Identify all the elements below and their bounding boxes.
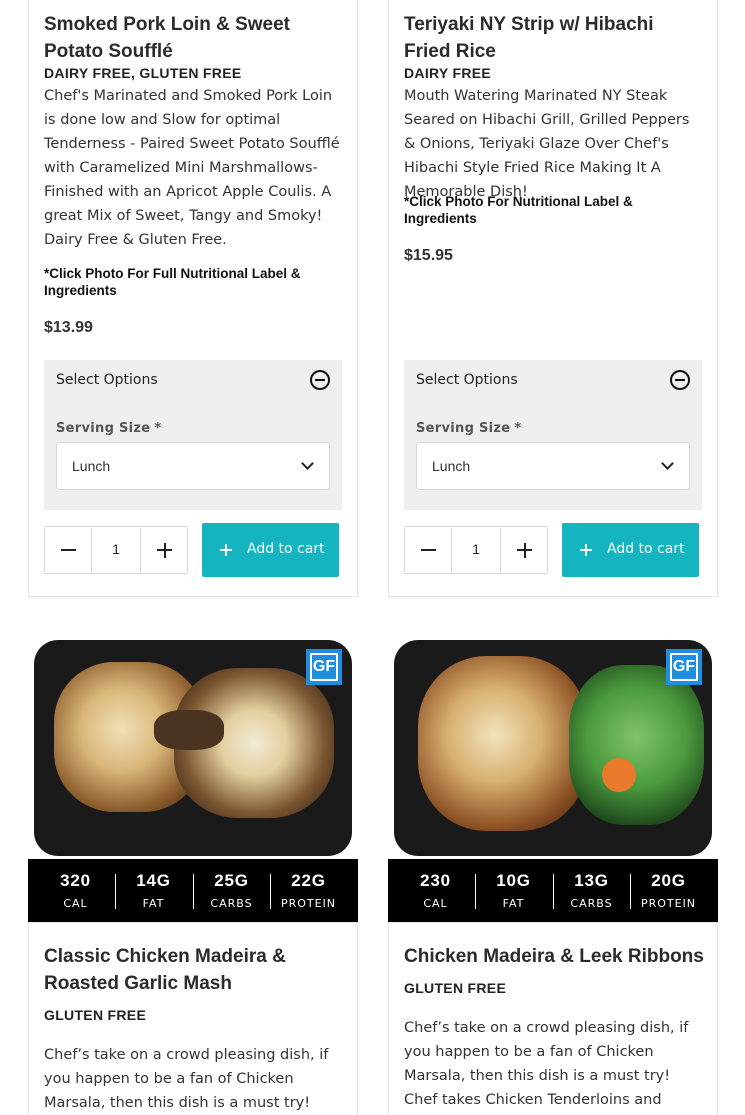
select-options-panel: Select Options Serving Size * Lunch — [44, 360, 342, 510]
food-tomato — [602, 758, 636, 792]
minus-icon — [61, 549, 76, 551]
macro-value: 25G — [214, 871, 249, 890]
quantity-increase-button[interactable] — [500, 527, 547, 573]
macro-value: 320 — [60, 871, 91, 890]
serving-size-text: Serving Size — [56, 421, 151, 436]
macro-protein: 20G PROTEIN — [630, 859, 707, 923]
macro-label: PROTEIN — [640, 897, 697, 910]
product-title[interactable]: Smoked Pork Loin & Sweet Potato Soufflé — [44, 11, 345, 65]
diet-tags: DAIRY FREE — [404, 65, 492, 81]
quantity-increase-button[interactable] — [140, 527, 187, 573]
macro-calories: 320 CAL — [37, 859, 114, 923]
serving-size-value: Lunch — [72, 458, 111, 474]
meal-tray — [394, 640, 712, 856]
product-card-chicken-madeira-mash: Classic Chicken Madeira & Roasted Garlic… — [28, 922, 358, 1115]
macro-calories: 230 CAL — [397, 859, 474, 923]
meal-tray — [34, 640, 352, 856]
quantity-decrease-button[interactable] — [405, 527, 452, 573]
food-leeks — [569, 665, 704, 825]
product-title[interactable]: Classic Chicken Madeira & Roasted Garlic… — [44, 943, 345, 997]
select-options-heading[interactable]: Select Options — [416, 372, 518, 388]
gluten-free-badge-text: GF — [310, 653, 338, 681]
product-description: Mouth Watering Marinated NY Steak Seared… — [404, 88, 690, 200]
select-options-panel: Select Options Serving Size * Lunch — [404, 360, 702, 510]
food-chicken — [418, 656, 588, 831]
product-card-pork-loin: Smoked Pork Loin & Sweet Potato Soufflé … — [28, 0, 358, 597]
gluten-free-badge-text: GF — [670, 653, 698, 681]
product-photo-chicken-madeira-mash[interactable]: GF — [28, 632, 358, 860]
macros-bar: 320 CAL 14G FAT 25G CARBS 22G PROTEIN — [28, 859, 358, 923]
macro-value: 20G — [651, 871, 686, 890]
macro-value: 10G — [496, 871, 531, 890]
quantity-input[interactable]: 1 — [92, 541, 140, 557]
serving-size-value: Lunch — [432, 458, 471, 474]
product-description: Chef's Marinated and Smoked Pork Loin is… — [44, 88, 340, 248]
product-price: $15.95 — [404, 247, 453, 264]
macro-label: FAT — [502, 897, 525, 910]
collapse-icon[interactable] — [310, 370, 330, 390]
serving-size-label: Serving Size * — [56, 421, 162, 436]
macro-label: FAT — [142, 897, 165, 910]
macro-label: CARBS — [570, 897, 613, 910]
product-price: $13.99 — [44, 319, 93, 336]
macro-fat: 14G FAT — [115, 859, 192, 923]
macro-value: 13G — [574, 871, 609, 890]
gluten-free-badge: GF — [666, 649, 702, 685]
quantity-stepper: 1 — [44, 526, 188, 574]
macro-value: 230 — [420, 871, 451, 890]
serving-size-label: Serving Size * — [416, 421, 522, 436]
chevron-down-icon — [661, 457, 674, 470]
macro-protein: 22G PROTEIN — [270, 859, 347, 923]
serving-size-select[interactable]: Lunch — [416, 442, 690, 490]
macro-label: PROTEIN — [280, 897, 337, 910]
diet-tags: GLUTEN FREE — [404, 980, 507, 996]
product-description: Chef’s take on a crowd pleasing dish, if… — [44, 1047, 329, 1111]
food-mushrooms — [154, 710, 224, 750]
quantity-stepper: 1 — [404, 526, 548, 574]
macro-carbs: 25G CARBS — [193, 859, 270, 923]
quantity-input[interactable]: 1 — [452, 541, 500, 557]
serving-size-select[interactable]: Lunch — [56, 442, 330, 490]
collapse-icon[interactable] — [670, 370, 690, 390]
nutrition-note: *Click Photo For Full Nutritional Label … — [44, 266, 301, 298]
gluten-free-badge: GF — [306, 649, 342, 685]
product-photo-chicken-madeira-leek[interactable]: GF — [388, 632, 718, 860]
required-mark: * — [154, 421, 162, 436]
product-description: Chef’s take on a crowd pleasing dish, if… — [404, 1020, 689, 1108]
product-title[interactable]: Teriyaki NY Strip w/ Hibachi Fried Rice — [404, 11, 705, 65]
add-to-cart-button[interactable]: Add to cart — [202, 523, 339, 577]
select-options-heading[interactable]: Select Options — [56, 372, 158, 388]
macro-carbs: 13G CARBS — [553, 859, 630, 923]
macro-value: 14G — [136, 871, 171, 890]
plus-icon-vertical — [225, 544, 227, 556]
chevron-down-icon — [301, 457, 314, 470]
minus-icon — [421, 549, 436, 551]
add-to-cart-button[interactable]: Add to cart — [562, 523, 699, 577]
add-to-cart-label: Add to cart — [247, 541, 325, 557]
macro-label: CARBS — [210, 897, 253, 910]
macros-bar: 230 CAL 10G FAT 13G CARBS 20G PROTEIN — [388, 859, 718, 923]
add-to-cart-label: Add to cart — [607, 541, 685, 557]
macro-fat: 10G FAT — [475, 859, 552, 923]
required-mark: * — [514, 421, 522, 436]
diet-tags: GLUTEN FREE — [44, 1007, 147, 1023]
diet-tags: DAIRY FREE, GLUTEN FREE — [44, 65, 242, 81]
product-card-chicken-madeira-leek: Chicken Madeira & Leek Ribbons GLUTEN FR… — [388, 922, 718, 1115]
product-title[interactable]: Chicken Madeira & Leek Ribbons — [404, 943, 705, 970]
product-card-ny-strip: Teriyaki NY Strip w/ Hibachi Fried Rice … — [388, 0, 718, 597]
plus-icon-vertical — [523, 542, 526, 558]
plus-icon-vertical — [585, 544, 587, 556]
macro-value: 22G — [291, 871, 326, 890]
serving-size-text: Serving Size — [416, 421, 511, 436]
macro-label: CAL — [423, 897, 448, 910]
plus-icon-vertical — [163, 542, 166, 558]
nutrition-note: *Click Photo For Nutritional Label & Ing… — [404, 194, 633, 226]
macro-label: CAL — [63, 897, 88, 910]
quantity-decrease-button[interactable] — [45, 527, 92, 573]
